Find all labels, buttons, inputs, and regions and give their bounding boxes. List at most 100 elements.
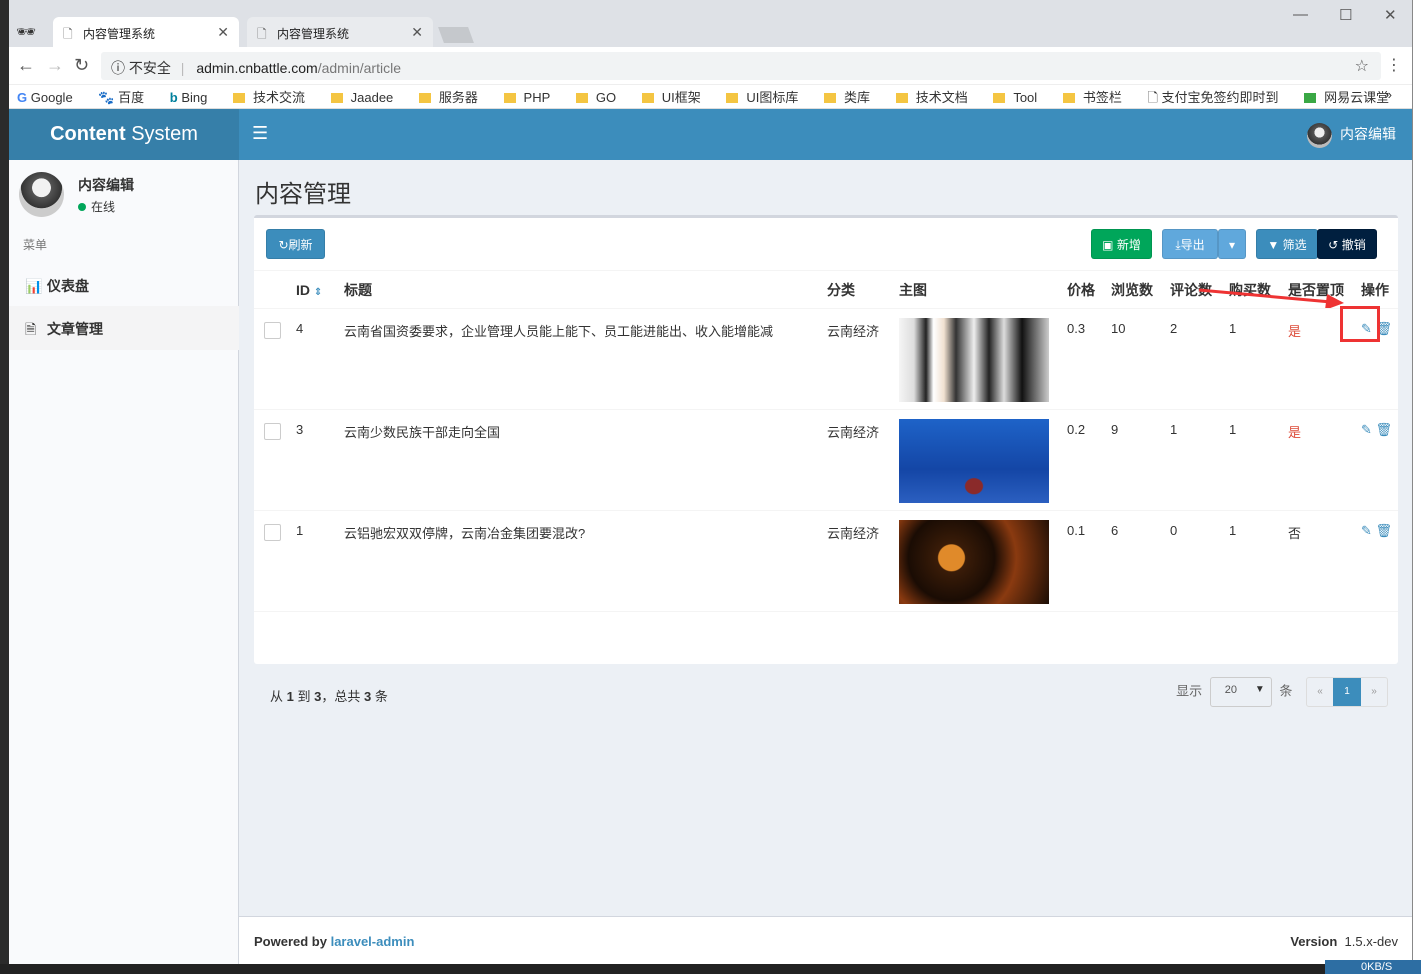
menu-header: 菜单: [23, 238, 48, 252]
bookmark-folder[interactable]: Tool: [993, 90, 1037, 105]
menu-icon[interactable]: ⋮: [1386, 55, 1402, 75]
maximize-icon[interactable]: ☐: [1339, 6, 1352, 24]
star-icon[interactable]: ☆: [1355, 56, 1369, 76]
export-button[interactable]: ⤓导出: [1162, 229, 1218, 259]
export-dropdown-button[interactable]: ▾: [1218, 229, 1246, 259]
sort-icon[interactable]: ⇕: [314, 287, 322, 298]
title-cell: 云南少数民族干部走向全国: [342, 409, 825, 511]
taskbar: [0, 964, 1421, 974]
col-id-header[interactable]: ID ⇕: [294, 270, 342, 309]
tab-1[interactable]: 🗋 内容管理系统 ✕: [53, 17, 239, 47]
folder-icon: [1062, 93, 1075, 103]
url-path: /admin/article: [317, 60, 401, 76]
close-icon[interactable]: ✕: [411, 24, 423, 41]
forward-icon[interactable]: →: [46, 55, 64, 76]
bookmark-folder[interactable]: 技术文档: [895, 87, 968, 106]
article-image[interactable]: [899, 520, 1049, 604]
minimize-icon[interactable]: —: [1293, 6, 1308, 23]
row-checkbox[interactable]: [264, 322, 281, 339]
reload-icon[interactable]: ↻: [74, 55, 89, 76]
article-image[interactable]: [899, 419, 1049, 503]
bookmark-163[interactable]: 网易云课堂: [1304, 87, 1389, 106]
row-checkbox[interactable]: [264, 423, 281, 440]
edit-icon[interactable]: ✎: [1361, 321, 1372, 336]
refresh-label: 刷新: [288, 238, 313, 252]
refresh-button[interactable]: ↻刷新: [266, 229, 325, 259]
bookmark-folder[interactable]: 服务器: [418, 87, 478, 106]
page-button-current[interactable]: 1: [1333, 678, 1361, 706]
views-cell: 9: [1109, 409, 1168, 511]
bookmark-folder[interactable]: 技术交流: [232, 87, 305, 106]
logo-rest: System: [125, 123, 198, 145]
bookmark-label: Jaadee: [350, 90, 394, 105]
security-label: 不安全: [128, 60, 171, 76]
filter-label: 筛选: [1282, 238, 1307, 252]
trash-icon[interactable]: 🗑: [1376, 321, 1393, 336]
back-icon[interactable]: ←: [17, 55, 35, 76]
desktop-edge: [0, 0, 9, 974]
new-button[interactable]: ▣ 新增: [1091, 229, 1152, 259]
folder-icon: [575, 93, 588, 103]
bookmark-google[interactable]: G Google: [17, 90, 73, 105]
bookmark-folder[interactable]: UI框架: [641, 87, 701, 106]
bookmark-folder[interactable]: UI图标库: [726, 87, 798, 106]
row-checkbox[interactable]: [264, 524, 281, 541]
bookmark-label: 网易云课堂: [1324, 90, 1390, 105]
filter-button[interactable]: ▼ 筛选: [1256, 229, 1318, 259]
more-bookmarks-icon[interactable]: »: [1385, 87, 1392, 102]
main-header: Content System ☰ 内容编辑: [9, 109, 1412, 160]
bookmark-label: PHP: [523, 90, 551, 105]
bookmark-baidu[interactable]: 🐾 百度: [98, 87, 144, 106]
laravel-admin-link[interactable]: laravel-admin: [331, 934, 415, 949]
tab-2[interactable]: 🗋 内容管理系统 ✕: [247, 17, 433, 47]
bookmark-folder[interactable]: 书签栏: [1062, 87, 1122, 106]
reset-button[interactable]: ↺ 撤销: [1317, 229, 1377, 259]
row-checkbox-cell: [254, 409, 294, 511]
new-tab-button[interactable]: [438, 27, 474, 43]
bookmark-label: Bing: [181, 90, 208, 105]
col-views-header: 浏览数: [1109, 270, 1168, 309]
new-label: 新增: [1116, 238, 1141, 252]
article-image[interactable]: [899, 318, 1049, 402]
summary-text: 条: [374, 689, 388, 704]
per-page-select[interactable]: 20 ▼: [1209, 677, 1272, 707]
bookmark-page[interactable]: 🗋 支付宝免签约即时到: [1147, 87, 1278, 111]
row-checkbox-cell: [254, 308, 294, 410]
bookmark-label: UI图标库: [746, 90, 799, 105]
caret-down-icon: ▼: [1254, 684, 1265, 695]
prev-page-button[interactable]: «: [1307, 678, 1333, 706]
grid-box: ↻刷新 ▣ 新增 ⤓导出 ▾ ▼ 筛选 ↺ 撤销 ID ⇕ 标题 分类 主图 价…: [254, 215, 1398, 707]
network-speed: 0KB/S: [1325, 960, 1421, 974]
logo-bold: Content: [50, 123, 126, 145]
window-close-icon[interactable]: ✕: [1384, 6, 1397, 24]
info-icon[interactable]: ⓘ: [111, 60, 125, 76]
sidebar-item-articles[interactable]: 🗎 文章管理: [9, 306, 239, 350]
trash-icon[interactable]: 🗑: [1376, 422, 1393, 437]
caret-down-icon: ▾: [1228, 238, 1236, 252]
sidebar-item-dashboard[interactable]: 📊 仪表盘: [9, 263, 239, 307]
table-row: 4 云南省国资委要求，企业管理人员能上能下、员工能进能出、收入能增能减 云南经济…: [254, 308, 1398, 410]
trash-icon[interactable]: 🗑: [1376, 523, 1393, 538]
title-cell: 云铝驰宏双双停牌，云南冶金集团要混改?: [342, 510, 825, 612]
user-menu[interactable]: 内容编辑: [1307, 123, 1396, 148]
edit-icon[interactable]: ✎: [1361, 422, 1372, 437]
bookmark-folder[interactable]: PHP: [503, 90, 551, 105]
summary-total: 3: [364, 689, 372, 704]
bookmark-folder[interactable]: GO: [575, 90, 616, 105]
edit-icon[interactable]: ✎: [1361, 523, 1372, 538]
close-icon[interactable]: ✕: [217, 24, 229, 41]
omnibox[interactable]: ⓘ 不安全 | admin.cnbattle.com/admin/article…: [101, 52, 1381, 80]
sidebar-toggle-icon[interactable]: ☰: [252, 123, 268, 144]
table-row: 3 云南少数民族干部走向全国 云南经济 0.2 9 1 1 是 ✎ 🗑: [254, 409, 1398, 511]
bookmark-label: 支付宝免签约即时到: [1161, 90, 1279, 105]
per-page-label: 显示: [1176, 683, 1203, 699]
bookmark-folder[interactable]: Jaadee: [330, 90, 394, 105]
logo[interactable]: Content System: [9, 109, 239, 160]
bookmark-bing[interactable]: b Bing: [170, 90, 208, 105]
bookmark-label: Tool: [1013, 90, 1038, 105]
bookmark-folder[interactable]: 类库: [824, 87, 870, 106]
bookmark-label: Google: [30, 90, 73, 105]
id-cell: 4: [294, 308, 342, 410]
version-label: Version: [1290, 934, 1338, 949]
next-page-button[interactable]: »: [1361, 678, 1387, 706]
